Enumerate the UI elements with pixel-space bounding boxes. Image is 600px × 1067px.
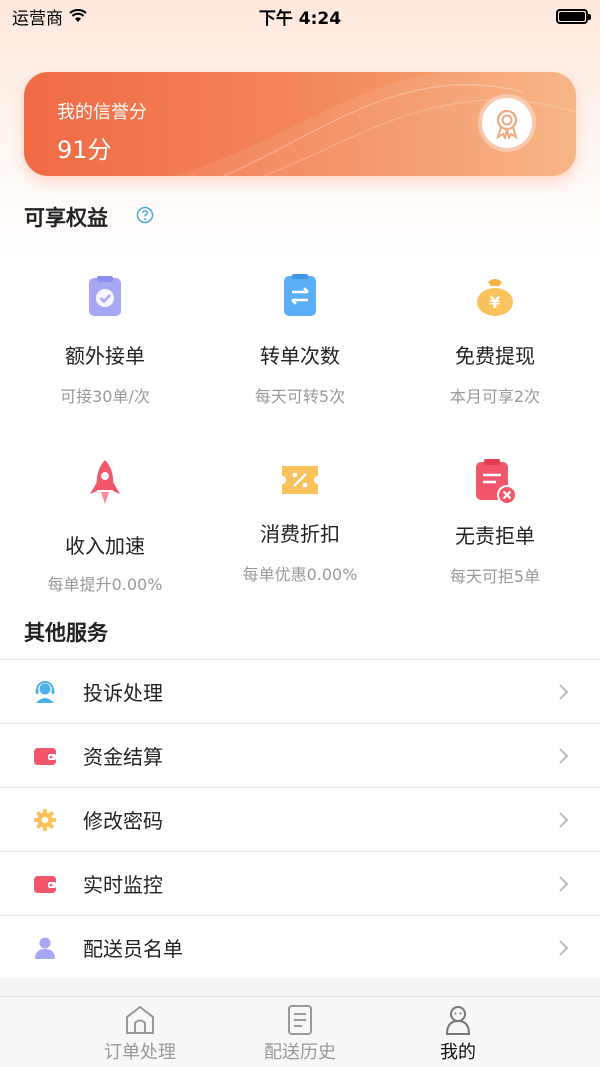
chevron-right-icon xyxy=(559,747,569,764)
service-courier-list[interactable]: 配送员名单 xyxy=(0,916,600,980)
question-circle-icon[interactable] xyxy=(136,206,154,224)
transfer-card-icon xyxy=(284,274,316,316)
list-bottom-spacer xyxy=(0,978,600,996)
service-label: 投诉处理 xyxy=(83,681,163,705)
wifi-icon xyxy=(69,9,87,22)
carrier-label: 运营商 xyxy=(12,8,63,29)
service-label: 配送员名单 xyxy=(83,937,183,961)
discount-ticket-icon xyxy=(282,466,318,494)
tab-mine[interactable]: 我的 xyxy=(378,997,538,1067)
svg-text:¥: ¥ xyxy=(489,293,500,312)
tab-order-processing[interactable]: 订单处理 xyxy=(60,997,220,1067)
chevron-right-icon xyxy=(559,811,569,828)
tab-label: 我的 xyxy=(440,1042,476,1063)
benefit-name: 收入加速 xyxy=(65,534,145,558)
profile-icon xyxy=(445,1006,471,1035)
service-fund-settlement[interactable]: 资金结算 xyxy=(0,724,600,788)
status-bar: 运营商 下午 4:24 xyxy=(0,0,600,32)
benefit-consumption-discount[interactable]: 消费折扣 每单优惠0.00% xyxy=(200,458,400,585)
benefit-extra-orders[interactable]: 额外接单 可接30单/次 xyxy=(5,274,205,407)
user-icon xyxy=(35,937,55,959)
benefit-name: 无责拒单 xyxy=(455,524,535,548)
service-realtime-monitoring[interactable]: 实时监控 xyxy=(0,852,600,916)
benefit-name: 额外接单 xyxy=(65,344,145,368)
document-icon xyxy=(288,1005,312,1035)
money-bag-icon: ¥ xyxy=(477,279,513,316)
credit-score-card[interactable]: 我的信誉分 91分 xyxy=(24,72,576,176)
benefit-name: 消费折扣 xyxy=(260,522,340,546)
benefit-desc: 每单提升0.00% xyxy=(47,575,163,594)
benefit-transfer-count[interactable]: 转单次数 每天可转5次 xyxy=(200,274,400,407)
battery-icon xyxy=(556,8,591,24)
status-time: 下午 4:24 xyxy=(258,8,342,29)
credit-score-label: 我的信誉分 xyxy=(57,102,147,123)
chevron-right-icon xyxy=(559,683,569,700)
benefit-free-reject[interactable]: 无责拒单 每天可拒5单 xyxy=(395,458,595,587)
benefit-desc: 每天可拒5单 xyxy=(449,567,541,586)
clipboard-check-icon xyxy=(89,276,121,316)
service-label: 实时监控 xyxy=(83,873,163,897)
tab-label: 配送历史 xyxy=(264,1042,336,1063)
home-icon xyxy=(126,1005,154,1034)
bottom-tab-bar: 订单处理 配送历史 我的 xyxy=(0,996,600,1067)
customer-service-icon xyxy=(35,680,55,703)
credit-score-value: 91分 xyxy=(57,136,112,164)
benefit-income-boost[interactable]: 收入加速 每单提升0.00% xyxy=(5,458,205,595)
gear-icon xyxy=(34,808,56,831)
reject-clipboard-icon xyxy=(476,459,517,505)
other-services-title: 其他服务 xyxy=(24,621,108,645)
benefit-desc: 可接30单/次 xyxy=(60,387,150,406)
benefit-name: 转单次数 xyxy=(260,344,340,368)
chevron-right-icon xyxy=(559,939,569,956)
wallet-icon xyxy=(34,747,56,765)
benefit-free-withdraw[interactable]: ¥ 免费提现 本月可享2次 xyxy=(395,274,595,407)
benefit-desc: 每天可转5次 xyxy=(254,387,346,406)
wallet-icon xyxy=(34,875,56,893)
service-change-password[interactable]: 修改密码 xyxy=(0,788,600,852)
services-list: 投诉处理 资金结算 修改密码 实时监控 配送员名单 xyxy=(0,659,600,980)
service-complaint-handling[interactable]: 投诉处理 xyxy=(0,660,600,724)
tab-delivery-history[interactable]: 配送历史 xyxy=(220,997,380,1067)
benefit-name: 免费提现 xyxy=(455,344,535,368)
benefit-desc: 本月可享2次 xyxy=(449,387,541,406)
award-medal-icon xyxy=(482,98,532,148)
benefits-section-title: 可享权益 xyxy=(24,206,108,230)
benefit-desc: 每单优惠0.00% xyxy=(242,565,358,584)
service-label: 修改密码 xyxy=(83,809,163,833)
chevron-right-icon xyxy=(559,875,569,892)
rocket-icon xyxy=(90,460,120,504)
service-label: 资金结算 xyxy=(83,745,163,769)
tab-label: 订单处理 xyxy=(104,1042,176,1063)
